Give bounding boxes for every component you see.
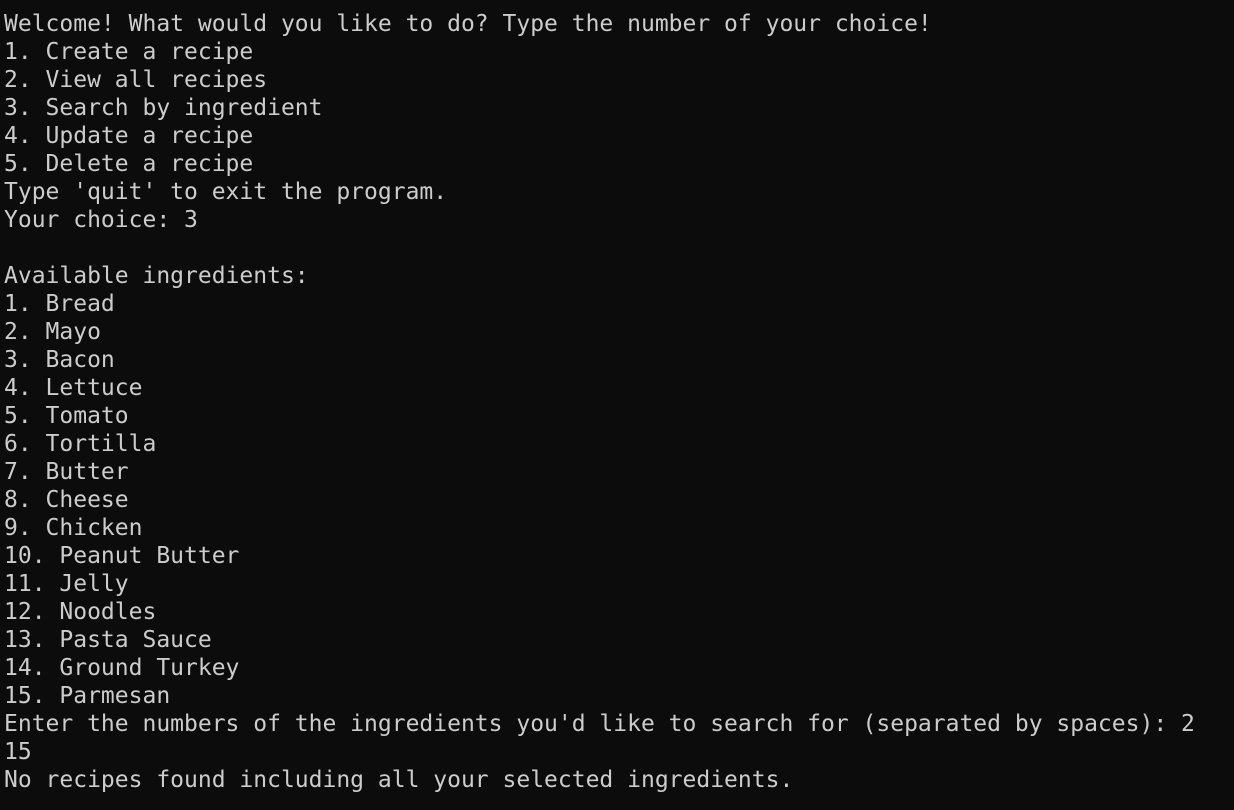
search-result: No recipes found including all your sele…	[4, 767, 794, 793]
ingredient-item: 15. Parmesan	[4, 683, 171, 709]
ingredient-item: 6. Tortilla	[4, 431, 157, 457]
menu-item-delete: 5. Delete a recipe	[4, 151, 254, 177]
ingredient-item: 1. Bread	[4, 291, 115, 317]
ingredient-item: 5. Tomato	[4, 403, 129, 429]
menu-item-update: 4. Update a recipe	[4, 123, 254, 149]
ingredient-item: 13. Pasta Sauce	[4, 627, 212, 653]
ingredient-item: 14. Ground Turkey	[4, 655, 240, 681]
ingredient-item: 12. Noodles	[4, 599, 157, 625]
ingredient-item: 11. Jelly	[4, 571, 129, 597]
available-ingredients-header: Available ingredients:	[4, 263, 309, 289]
ingredient-item: 7. Butter	[4, 459, 129, 485]
ingredient-item: 9. Chicken	[4, 515, 143, 541]
welcome-line: Welcome! What would you like to do? Type…	[4, 11, 932, 37]
menu-item-view: 2. View all recipes	[4, 67, 268, 93]
ingredient-item: 4. Lettuce	[4, 375, 143, 401]
ingredient-item: 10. Peanut Butter	[4, 543, 240, 569]
quit-hint: Type 'quit' to exit the program.	[4, 179, 448, 205]
ingredient-item: 2. Mayo	[4, 319, 101, 345]
ingredient-item: 8. Cheese	[4, 487, 129, 513]
ingredient-item: 3. Bacon	[4, 347, 115, 373]
terminal-window[interactable]: Welcome! What would you like to do? Type…	[0, 0, 1234, 810]
search-input-wrap: 15	[4, 739, 32, 765]
menu-item-create: 1. Create a recipe	[4, 39, 254, 65]
choice-prompt: Your choice: 3	[4, 207, 198, 233]
search-prompt: Enter the numbers of the ingredients you…	[4, 711, 1195, 737]
menu-item-search: 3. Search by ingredient	[4, 95, 323, 121]
